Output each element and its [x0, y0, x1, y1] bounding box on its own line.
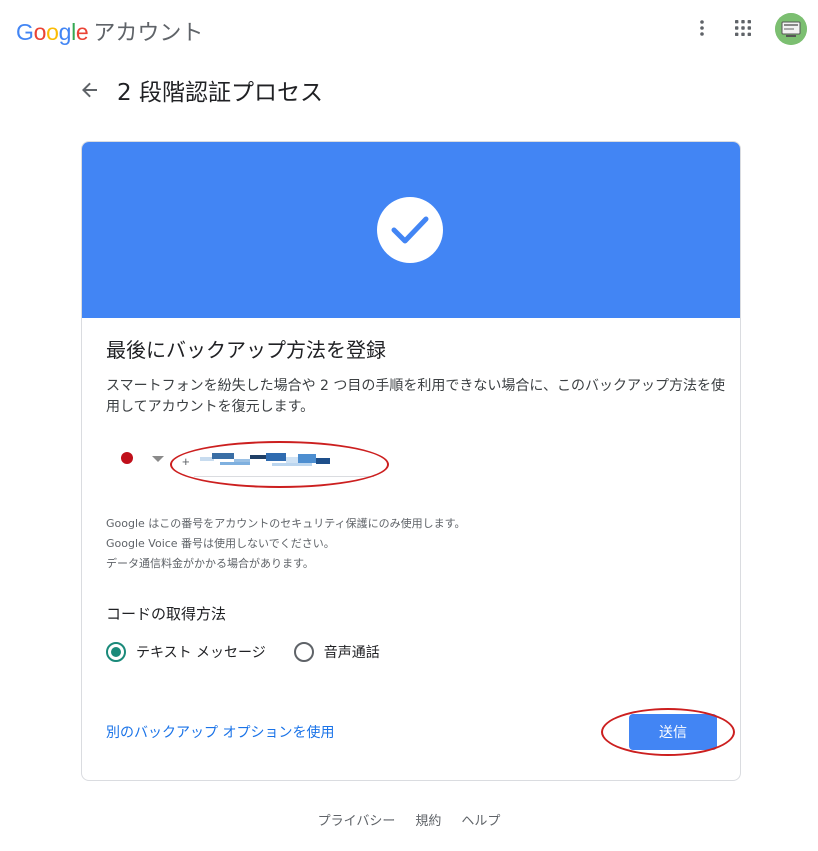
- more-vert-icon[interactable]: [688, 14, 716, 42]
- footer-link-terms[interactable]: 規約: [415, 810, 441, 829]
- product-name: アカウント: [93, 21, 204, 46]
- check-circle-icon: [377, 197, 443, 263]
- alternate-backup-option-link[interactable]: 別のバックアップ オプションを使用: [106, 722, 334, 742]
- backup-method-card: 最後にバックアップ方法を登録 スマートフォンを紛失した場合や 2 つ目の手順を利…: [81, 141, 741, 781]
- logo-letter: G: [16, 19, 34, 45]
- card-heading: 最後にバックアップ方法を登録: [106, 338, 386, 362]
- radio-voice-call[interactable]: 音声通話: [293, 642, 380, 662]
- code-method-radio-group: テキスト メッセージ 音声通話: [106, 642, 408, 662]
- footer-links: プライバシー 規約 ヘルプ: [0, 810, 818, 829]
- logo-letter: e: [75, 19, 89, 45]
- logo-letter: g: [58, 19, 72, 45]
- apps-grid-icon[interactable]: [729, 14, 757, 42]
- avatar[interactable]: [775, 13, 807, 45]
- radio-selected-icon[interactable]: [106, 642, 126, 662]
- radio-label: 音声通話: [323, 645, 380, 661]
- footer-link-privacy[interactable]: プライバシー: [318, 810, 396, 829]
- success-banner: [82, 142, 740, 318]
- input-underline: [194, 476, 374, 477]
- logo-letter: o: [46, 19, 59, 45]
- card-description: スマートフォンを紛失した場合や 2 つ目の手順を利用できない場合に、このバックア…: [106, 378, 725, 415]
- japan-flag-icon[interactable]: [121, 452, 133, 464]
- redacted-phone-number: [200, 453, 340, 469]
- page-title: 2 段階認証プロセス: [117, 80, 323, 106]
- google-wordmark: Google: [16, 19, 89, 46]
- radio-label: テキスト メッセージ: [136, 645, 266, 661]
- radio-text-message[interactable]: テキスト メッセージ: [106, 642, 266, 662]
- arrow-back-icon[interactable]: [76, 76, 104, 104]
- note-line: Google はこの番号をアカウントのセキュリティ保護にのみ使用します。: [106, 517, 466, 530]
- phone-notes: Google はこの番号をアカウントのセキュリティ保護にのみ使用します。 Goo…: [106, 514, 466, 574]
- phone-number-row: [106, 438, 406, 488]
- footer-link-help[interactable]: ヘルプ: [461, 810, 500, 829]
- note-line: Google Voice 番号は使用しないでください。: [106, 537, 335, 550]
- note-line: データ通信料金がかかる場合があります。: [106, 557, 314, 570]
- google-account-logo[interactable]: Google アカウント: [16, 15, 203, 47]
- top-bar: Google アカウント: [0, 0, 818, 58]
- send-button[interactable]: 送信: [629, 714, 717, 750]
- logo-letter: o: [33, 19, 47, 45]
- radio-unselected-icon[interactable]: [293, 642, 314, 662]
- chevron-down-icon[interactable]: [152, 456, 164, 462]
- code-method-title: コードの取得方法: [106, 605, 227, 623]
